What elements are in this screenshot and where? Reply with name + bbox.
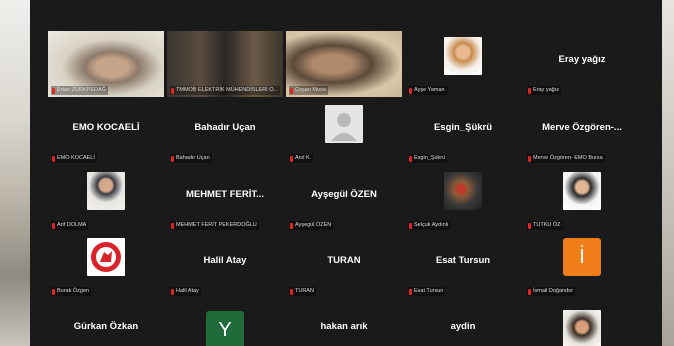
mic-muted-icon xyxy=(52,222,55,229)
meeting-gallery-view: Ertan ZÜRKPEDAĞ TMMOB ELEKTRİK MÜHENDİSL… xyxy=(30,0,662,346)
participant-tile-p23[interactable]: hakan arık xyxy=(286,298,402,346)
participant-tile-p24[interactable]: aydin xyxy=(405,298,521,346)
participant-label: TUTKU ÖZ xyxy=(533,222,561,228)
participant-tile-p9[interactable]: Esgin_Şükrü Esgin_Şükrü xyxy=(405,99,521,165)
club-logo-icon xyxy=(87,238,125,276)
mic-muted-icon xyxy=(528,288,531,295)
participant-label: Anıl K. xyxy=(295,155,312,161)
background-wall xyxy=(0,0,30,346)
mic-muted-icon xyxy=(409,87,412,94)
mic-muted-icon xyxy=(409,155,412,162)
participant-tile-p17[interactable]: Halil Atay Halil Atay xyxy=(167,232,283,298)
participant-label: Halil Atay xyxy=(176,288,199,294)
participant-label: Ayşegül ÖZEN xyxy=(295,222,332,228)
participant-label: Arif DOLMA xyxy=(57,222,87,228)
participant-label: Ertan ZÜRKPEDAĞ xyxy=(57,87,106,93)
mic-muted-icon xyxy=(290,155,293,162)
profile-photo-icon xyxy=(444,37,482,75)
mic-muted-icon xyxy=(528,222,531,229)
participant-display-name: MEHMET FERİT... xyxy=(185,189,265,200)
participant-tile-p19[interactable]: Esat Tursun Esat Tursun xyxy=(405,232,521,298)
participant-tile-p15[interactable]: TUTKU ÖZ xyxy=(524,166,640,232)
participant-tile-p6[interactable]: EMO KOCAELİ EMO KOCAELİ xyxy=(48,99,164,165)
participant-tile-p8[interactable]: Anıl K. xyxy=(286,99,402,165)
participant-label: TMMOB ELEKTRİK MÜHENDİSLERİ O... xyxy=(176,87,279,93)
participant-display-name: EMO KOCAELİ xyxy=(72,122,140,133)
participant-display-name: Bahadır Uçan xyxy=(194,122,256,133)
participant-tile-p13[interactable]: Ayşegül ÖZEN Ayşegül ÖZEN xyxy=(286,166,402,232)
mic-muted-icon xyxy=(409,288,412,295)
participant-tile-p10[interactable]: Merve Özgören-... Merve Özgören- EMO Bur… xyxy=(524,99,640,165)
mic-muted-icon xyxy=(171,87,174,94)
profile-photo-icon xyxy=(563,172,601,210)
participant-display-name: Halil Atay xyxy=(203,255,247,266)
participant-label: Esgin_Şükrü xyxy=(414,155,446,161)
participant-display-name: hakan arık xyxy=(320,321,368,332)
participant-display-name: Gürkan Özkan xyxy=(73,321,139,332)
profile-photo-icon xyxy=(563,310,601,346)
participant-tile-p20[interactable]: İ İsmail Doğandor xyxy=(524,232,640,298)
participant-tile-p22[interactable]: Y xyxy=(167,298,283,346)
participant-tile-p25[interactable] xyxy=(524,298,640,346)
initial-avatar: Y xyxy=(206,311,244,346)
background-wall xyxy=(660,0,674,346)
profile-photo-icon xyxy=(444,172,482,210)
participant-label: Coşan Musa xyxy=(295,87,326,93)
default-avatar-icon xyxy=(325,105,363,143)
participant-tile-p21[interactable]: Gürkan Özkan xyxy=(48,298,164,346)
participant-label: TURAN xyxy=(295,288,314,294)
mic-muted-icon xyxy=(171,222,174,229)
mic-muted-icon xyxy=(290,87,293,94)
mic-muted-icon xyxy=(171,155,174,162)
participant-label: EMO KOCAELİ xyxy=(57,155,95,161)
mic-muted-icon xyxy=(290,288,293,295)
participant-label: Burak Özgen xyxy=(57,288,90,294)
participant-tile-p5[interactable]: Eray yağız Eray yağız xyxy=(524,31,640,97)
mic-muted-icon xyxy=(52,155,55,162)
mic-muted-icon xyxy=(290,222,293,229)
mic-muted-icon xyxy=(52,87,55,94)
participant-tile-p1[interactable]: Ertan ZÜRKPEDAĞ xyxy=(48,31,164,97)
participant-display-name: Merve Özgören-... xyxy=(542,122,622,133)
participant-display-name: Esgin_Şükrü xyxy=(433,122,493,133)
participant-label: Bahadır Uçan xyxy=(176,155,210,161)
mic-muted-icon xyxy=(171,288,174,295)
participant-display-name: Ayşegül ÖZEN xyxy=(311,189,377,200)
participant-display-name: Esat Tursun xyxy=(435,255,491,266)
mic-muted-icon xyxy=(409,222,412,229)
participant-display-name: TURAN xyxy=(327,255,361,266)
participant-display-name: Eray yağız xyxy=(558,54,606,65)
participant-tile-p16[interactable]: Burak Özgen xyxy=(48,232,164,298)
participant-label: Selçuk Aydınlı xyxy=(414,222,449,228)
participant-tile-p11[interactable]: Arif DOLMA xyxy=(48,166,164,232)
participant-tile-p18[interactable]: TURAN TURAN xyxy=(286,232,402,298)
participant-label: İsmail Doğandor xyxy=(533,288,574,294)
mic-muted-icon xyxy=(528,87,531,94)
participant-tile-p7[interactable]: Bahadır Uçan Bahadır Uçan xyxy=(167,99,283,165)
participant-tile-p14[interactable]: Selçuk Aydınlı xyxy=(405,166,521,232)
participant-label: Esat Tursun xyxy=(414,288,444,294)
participant-display-name: aydin xyxy=(450,321,476,332)
participant-label: MEHMET FERİT PEKERDOĞLU xyxy=(176,222,257,228)
participant-tile-p3[interactable]: Coşan Musa xyxy=(286,31,402,97)
participant-tile-p12[interactable]: MEHMET FERİT... MEHMET FERİT PEKERDOĞLU xyxy=(167,166,283,232)
participant-tile-p4[interactable]: Ayşe Yaman xyxy=(405,31,521,97)
profile-photo-icon xyxy=(87,172,125,210)
participant-label: Eray yağız xyxy=(533,87,559,93)
mic-muted-icon xyxy=(528,155,531,162)
initial-avatar: İ xyxy=(563,238,601,276)
participant-label: Ayşe Yaman xyxy=(414,87,445,93)
participant-label: Merve Özgören- EMO Bursa xyxy=(533,155,603,161)
participant-tile-p2[interactable]: TMMOB ELEKTRİK MÜHENDİSLERİ O... xyxy=(167,31,283,97)
mic-muted-icon xyxy=(52,288,55,295)
